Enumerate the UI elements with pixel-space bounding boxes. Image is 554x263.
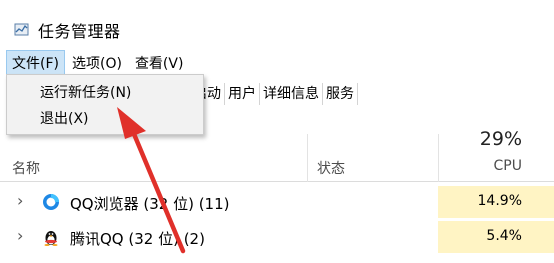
task-manager-icon (14, 22, 30, 38)
menu-bar: 文件(F) 选项(O) 查看(V) (6, 50, 190, 76)
menu-options[interactable]: 选项(O) (66, 50, 128, 76)
cpu-cell: 5.4% (438, 221, 554, 253)
menu-item-run-new-task[interactable]: 运行新任务(N) (40, 82, 131, 102)
window-title: 任务管理器 (38, 22, 121, 41)
menu-file[interactable]: 文件(F) (6, 50, 65, 76)
menu-view[interactable]: 查看(V) (129, 50, 190, 76)
qq-browser-icon (42, 193, 60, 211)
expand-chevron-icon[interactable]: › (17, 226, 23, 245)
cpu-value: 5.4% (486, 228, 522, 244)
column-divider[interactable] (438, 134, 439, 182)
qq-penguin-icon (42, 228, 60, 246)
process-name: QQ浏览器 (32 位) (11) (70, 195, 230, 213)
column-header-status[interactable]: 状态 (317, 158, 345, 178)
column-header-cpu[interactable]: CPU (494, 158, 522, 174)
tab-services[interactable]: 服务 (323, 83, 358, 105)
column-header-name[interactable]: 名称 (12, 158, 40, 178)
title-bar: 任务管理器 (14, 16, 121, 44)
tab-users[interactable]: 用户 (225, 83, 260, 105)
expand-chevron-icon[interactable]: › (17, 191, 23, 210)
tab-strip: 启动 用户 详细信息 服务 (190, 81, 358, 105)
file-dropdown-menu: 运行新任务(N) 退出(X) (6, 74, 204, 135)
cpu-total-percent: 29% (479, 128, 522, 150)
cpu-value: 14.9% (477, 193, 522, 209)
column-divider[interactable] (307, 134, 308, 182)
process-name: 腾讯QQ (32 位) (2) (70, 230, 205, 248)
cpu-cell: 14.9% (438, 186, 554, 218)
tab-details[interactable]: 详细信息 (260, 83, 323, 105)
menu-item-exit[interactable]: 退出(X) (40, 108, 89, 128)
table-row[interactable]: › 腾讯QQ (32 位) (2) 5.4% (0, 221, 554, 253)
table-row[interactable]: › QQ浏览器 (32 位) (11) 14.9% (0, 186, 554, 218)
